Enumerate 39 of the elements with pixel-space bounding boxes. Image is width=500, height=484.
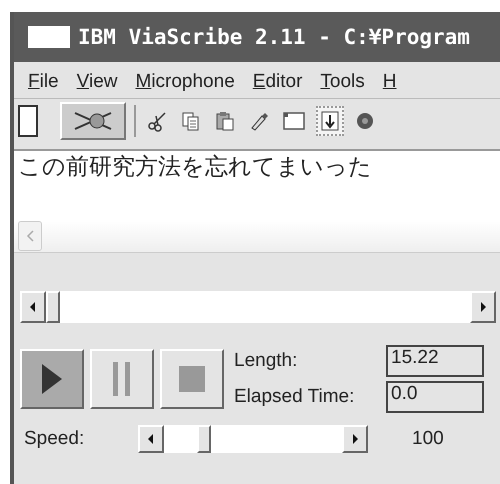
right-triangle-icon bbox=[479, 302, 487, 312]
slider-thumb[interactable] bbox=[197, 425, 212, 453]
elapsed-time-field: 0.0 bbox=[386, 381, 484, 413]
menu-item[interactable]: Editor bbox=[252, 71, 302, 93]
slider-right-button[interactable] bbox=[342, 425, 368, 453]
menu-item[interactable]: H bbox=[382, 71, 397, 93]
blank-button[interactable] bbox=[18, 105, 38, 137]
stop-button[interactable] bbox=[160, 349, 224, 409]
left-triangle-icon bbox=[147, 434, 155, 444]
left-triangle-icon bbox=[29, 302, 37, 312]
speed-label: Speed: bbox=[24, 428, 86, 450]
toolbar-button[interactable] bbox=[316, 106, 344, 136]
play-icon bbox=[40, 364, 64, 394]
right-triangle-icon bbox=[351, 434, 359, 444]
play-button[interactable] bbox=[20, 349, 84, 409]
length-label: Length: bbox=[234, 350, 298, 372]
menu-item[interactable]: File bbox=[28, 71, 59, 93]
slider-left-button[interactable] bbox=[138, 425, 164, 453]
microphone-button[interactable] bbox=[60, 102, 126, 140]
window-icon bbox=[28, 26, 70, 48]
window-title: IBM ViaScribe 2.11 - C:¥Program bbox=[78, 25, 470, 49]
transcript-text: この前研究方法を忘れてまいった bbox=[17, 153, 373, 182]
menu-item[interactable]: Microphone bbox=[135, 71, 235, 93]
slider-thumb[interactable] bbox=[46, 291, 60, 323]
stop-icon bbox=[179, 366, 205, 392]
menu-item[interactable]: View bbox=[76, 71, 118, 93]
speed-slider[interactable] bbox=[138, 425, 368, 453]
slider-left-button[interactable] bbox=[20, 291, 46, 323]
position-slider[interactable] bbox=[20, 291, 496, 323]
pause-button[interactable] bbox=[90, 349, 154, 409]
speed-value: 100 bbox=[412, 428, 444, 450]
pause-icon bbox=[112, 362, 132, 396]
horizontal-scrollbar[interactable] bbox=[14, 220, 500, 253]
length-field: 15.22 bbox=[386, 345, 484, 377]
menu-item[interactable]: Tools bbox=[320, 71, 365, 93]
transcript-area[interactable]: この前研究方法を忘れてまいった bbox=[14, 149, 500, 253]
chevron-left-icon bbox=[25, 229, 35, 243]
slider-right-button[interactable] bbox=[470, 291, 496, 323]
elapsed-time-label: Elapsed Time: bbox=[234, 386, 354, 408]
